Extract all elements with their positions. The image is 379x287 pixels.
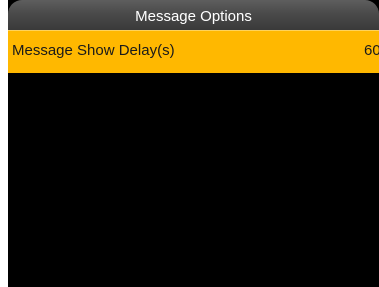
menu-item-message-show-delay[interactable]: Message Show Delay(s) 60: [8, 30, 379, 73]
menu-item-label: Message Show Delay(s): [12, 42, 175, 59]
menu-item-value: 60: [364, 42, 379, 59]
device-screen: Message Options Message Show Delay(s) 60: [8, 0, 379, 287]
page-title: Message Options: [135, 8, 252, 25]
title-bar: Message Options: [8, 0, 379, 30]
